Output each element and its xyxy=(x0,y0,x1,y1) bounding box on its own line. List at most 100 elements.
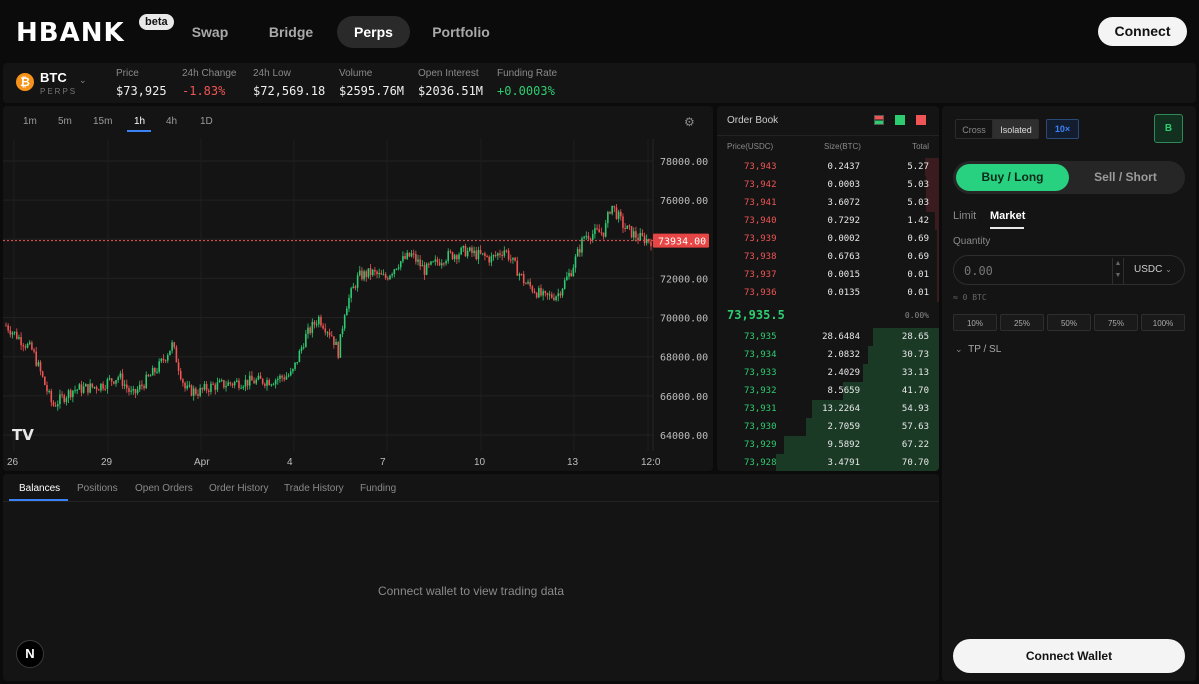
ask-row[interactable]: 73,942 0.0003 5.03 xyxy=(717,176,939,194)
ask-row[interactable]: 73,939 0.0002 0.69 xyxy=(717,230,939,248)
buy-long-button[interactable]: Buy / Long xyxy=(956,164,1069,191)
candle-body xyxy=(350,288,352,298)
ask-price: 73,937 xyxy=(744,270,777,280)
candle-body xyxy=(462,245,465,248)
nav-swap[interactable]: Swap xyxy=(180,16,240,48)
quantity-stepper[interactable]: ▲ ▼ xyxy=(1112,258,1124,284)
quantity-unit-select[interactable]: USDC ⌄ xyxy=(1134,264,1172,275)
bid-row[interactable]: 73,933 2.4029 33.13 xyxy=(717,364,939,382)
percent-10-button[interactable]: 10% xyxy=(953,314,997,331)
candle-body xyxy=(91,383,94,388)
tab-positions[interactable]: Positions xyxy=(77,483,118,494)
bid-row[interactable]: 73,935 28.6484 28.65 xyxy=(717,328,939,346)
candle-body xyxy=(223,380,225,388)
y-tick-label: 72000.00 xyxy=(660,274,708,285)
timeframe-1d[interactable]: 1D xyxy=(200,116,213,127)
chevron-down-icon[interactable]: ⌄ xyxy=(79,75,87,86)
ask-row[interactable]: 73,941 3.6072 5.03 xyxy=(717,194,939,212)
order-type-limit[interactable]: Limit xyxy=(953,210,976,222)
n-logo-icon[interactable]: N xyxy=(16,640,44,668)
ask-row[interactable]: 73,943 0.2437 5.27 xyxy=(717,158,939,176)
candle-body xyxy=(641,233,644,236)
bid-row[interactable]: 73,929 9.5892 67.22 xyxy=(717,436,939,454)
tpsl-toggle[interactable]: ⌄ TP / SL xyxy=(955,344,1001,355)
price-chart[interactable]: 78000.0076000.0074000.0072000.0070000.00… xyxy=(3,106,713,471)
builder-button[interactable]: B xyxy=(1154,114,1183,143)
candle-body xyxy=(473,250,475,254)
candle-body xyxy=(179,370,182,380)
candle-body xyxy=(85,384,87,387)
candle-body xyxy=(425,263,428,275)
nav-portfolio[interactable]: Portfolio xyxy=(425,16,497,48)
stat-label: Price xyxy=(116,68,139,79)
ask-size: 0.7292 xyxy=(827,216,860,226)
candle-body xyxy=(481,253,484,255)
tab-trade-history[interactable]: Trade History xyxy=(284,483,344,494)
candle-body xyxy=(251,375,253,381)
margin-cross[interactable]: Cross xyxy=(955,119,993,139)
timeframe-4h[interactable]: 4h xyxy=(166,116,177,127)
ask-price: 73,943 xyxy=(744,162,777,172)
bid-size: 13.2264 xyxy=(822,404,860,414)
bid-row[interactable]: 73,932 8.5659 41.70 xyxy=(717,382,939,400)
ask-row[interactable]: 73,937 0.0015 0.01 xyxy=(717,266,939,284)
candle-body xyxy=(445,261,447,264)
candle-body xyxy=(374,269,376,272)
timeframe-1h[interactable]: 1h xyxy=(134,116,145,127)
candle-body xyxy=(31,342,33,350)
tab-order-history[interactable]: Order History xyxy=(209,483,268,494)
tab-balances[interactable]: Balances xyxy=(19,483,60,494)
logo[interactable]: HBANK xyxy=(16,18,125,48)
candle-body xyxy=(261,378,264,384)
x-tick-label: Apr xyxy=(194,457,210,468)
bid-row[interactable]: 73,930 2.7059 57.63 xyxy=(717,418,939,436)
sliders-icon[interactable]: ⚙ xyxy=(684,115,695,129)
beta-badge: beta xyxy=(139,14,174,30)
percent-50-button[interactable]: 50% xyxy=(1047,314,1091,331)
view-bids-icon[interactable] xyxy=(895,115,905,125)
percent-75-button[interactable]: 75% xyxy=(1094,314,1138,331)
candle-body xyxy=(216,382,219,390)
stat-value: $72,569.18 xyxy=(253,84,326,98)
sell-short-button[interactable]: Sell / Short xyxy=(1069,164,1182,191)
percent-25-button[interactable]: 25% xyxy=(1000,314,1044,331)
bid-row[interactable]: 73,934 2.0832 30.73 xyxy=(717,346,939,364)
depth-bar xyxy=(937,266,939,284)
timeframe-15m[interactable]: 15m xyxy=(93,116,112,127)
candle-body xyxy=(158,361,160,372)
ask-row[interactable]: 73,938 0.6763 0.69 xyxy=(717,248,939,266)
candle-body xyxy=(264,383,266,386)
order-type-market[interactable]: Market xyxy=(990,210,1025,222)
bid-total: 70.70 xyxy=(901,458,929,468)
candle-body xyxy=(138,384,141,390)
view-asks-icon[interactable] xyxy=(916,115,926,125)
leverage-button[interactable]: 10× xyxy=(1046,119,1079,139)
candle-body xyxy=(617,211,620,219)
bid-row[interactable]: 73,931 13.2264 54.93 xyxy=(717,400,939,418)
connect-wallet-button[interactable]: Connect Wallet xyxy=(953,639,1185,673)
candle-body xyxy=(201,387,204,390)
bid-total: 33.13 xyxy=(901,368,929,378)
candle-body xyxy=(622,216,624,228)
ask-row[interactable]: 73,936 0.0135 0.01 xyxy=(717,284,939,302)
bid-row[interactable]: 73,928 3.4791 70.70 xyxy=(717,454,939,471)
tab-funding[interactable]: Funding xyxy=(360,483,396,494)
margin-isolated[interactable]: Isolated xyxy=(993,119,1039,139)
candle-body xyxy=(393,269,396,274)
candle-body xyxy=(568,272,570,277)
ask-total: 0.69 xyxy=(907,234,929,244)
percent-100-button[interactable]: 100% xyxy=(1141,314,1185,331)
candle-body xyxy=(175,347,178,363)
connect-button[interactable]: Connect xyxy=(1098,17,1187,46)
x-tick-label: 10 xyxy=(474,457,486,468)
tab-open-orders[interactable]: Open Orders xyxy=(135,483,193,494)
timeframe-1m[interactable]: 1m xyxy=(23,116,37,127)
view-both-icon[interactable] xyxy=(874,115,884,125)
nav-bridge[interactable]: Bridge xyxy=(259,16,323,48)
candle-body xyxy=(190,385,193,396)
ask-row[interactable]: 73,940 0.7292 1.42 xyxy=(717,212,939,230)
quantity-input[interactable] xyxy=(964,262,1104,280)
market-symbol[interactable]: BTC xyxy=(40,70,67,85)
timeframe-5m[interactable]: 5m xyxy=(58,116,72,127)
nav-perps[interactable]: Perps xyxy=(337,16,410,48)
